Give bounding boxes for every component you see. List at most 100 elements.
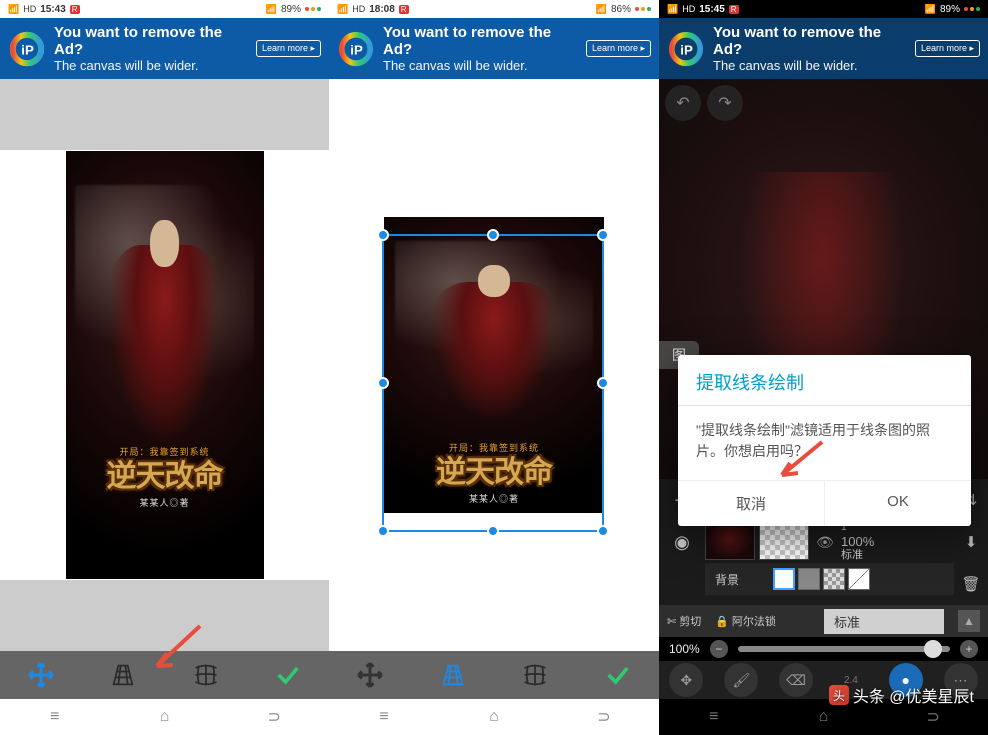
transform-toolbar (329, 651, 659, 699)
nav-bar: ≡ ⌂ ⊃ (0, 699, 329, 735)
svg-text:iP: iP (350, 42, 363, 57)
ad-subtitle: The canvas will be wider. (713, 59, 907, 74)
slider-track[interactable] (738, 646, 950, 652)
ad-banner[interactable]: iP You want to remove the Ad? The canvas… (329, 18, 659, 79)
bg-swatches (769, 568, 874, 590)
ad-banner[interactable]: iP You want to remove the Ad? The canvas… (0, 18, 329, 79)
cover-title: 逆天改命 (66, 462, 264, 492)
back-button[interactable]: ⊃ (234, 707, 314, 727)
ad-title: You want to remove the Ad? (383, 24, 578, 59)
brush-tool[interactable]: 🖌 (724, 663, 758, 697)
slider-value: 100% (669, 642, 700, 656)
swatch-white[interactable] (773, 568, 795, 590)
ad-title: You want to remove the Ad? (54, 24, 248, 59)
eraser-tool[interactable]: ⌫ (779, 663, 813, 697)
dialog-ok-button[interactable]: OK (824, 481, 971, 526)
ad-cta-button[interactable]: Learn more ▸ (915, 40, 980, 57)
screen-3: 📶 HD 15:45 R 📶 89% iP You want to remove… (659, 0, 988, 735)
dialog-cancel-button[interactable]: 取消 (678, 481, 824, 526)
layer-row[interactable]: 👁 1 100% 标准 (705, 521, 954, 563)
svg-text:iP: iP (21, 42, 34, 57)
pan-tool[interactable]: ✥ (669, 663, 703, 697)
app-logo-icon: iP (337, 30, 375, 68)
perspective-tool[interactable] (105, 657, 141, 693)
menu-button[interactable]: ≡ (344, 708, 424, 726)
visibility-icon[interactable]: 👁 (813, 534, 837, 551)
layer-opacity: 100% (841, 534, 952, 550)
dialog-body: "提取线条绘制"滤镜适用于线条图的照片。你想启用吗？ (678, 406, 971, 480)
camera-button[interactable]: ◉ (659, 521, 705, 563)
canvas-area[interactable]: 开局：我靠签到系统 逆天改命 某某人◎著 (329, 79, 659, 651)
slider-minus[interactable]: − (710, 640, 728, 658)
ad-cta-button[interactable]: Learn more ▸ (586, 40, 651, 57)
status-time: 18:08 (369, 4, 395, 15)
selection-box[interactable] (382, 234, 604, 532)
mesh-tool[interactable] (517, 657, 553, 693)
handle-mid-right[interactable] (597, 377, 609, 389)
slider-plus[interactable]: + (960, 640, 978, 658)
back-button[interactable]: ⊃ (564, 707, 644, 727)
layer-blend: 标准 (841, 549, 952, 562)
status-time: 15:43 (40, 4, 66, 15)
confirm-button[interactable] (600, 657, 636, 693)
screen-1: 📶 HD 15:43 R 📶 89% iP You want to remove… (0, 0, 329, 735)
layer-thumbnail (705, 524, 755, 560)
confirm-button[interactable] (270, 657, 306, 693)
canvas-area[interactable]: 开局：我靠签到系统 逆天改命 某某人◎著 (0, 79, 329, 651)
signal-icon: 📶 (337, 4, 348, 15)
ad-subtitle: The canvas will be wider. (54, 59, 248, 74)
collapse-button[interactable]: ▲ (958, 610, 980, 632)
handle-top-left[interactable] (377, 229, 389, 241)
perspective-tool[interactable] (435, 657, 471, 693)
move-tool[interactable] (352, 657, 388, 693)
app-logo-icon: iP (8, 30, 46, 68)
top-toolbar: ↶ ↷ (659, 79, 988, 127)
mesh-tool[interactable] (188, 657, 224, 693)
status-time: 15:45 (699, 4, 725, 15)
blend-dropdown[interactable]: 标准 (824, 609, 944, 634)
menu-button[interactable]: ≡ (15, 708, 95, 726)
opacity-slider-bar: 100% − + (659, 637, 988, 661)
signal-icon: 📶 (667, 4, 678, 15)
handle-top-right[interactable] (597, 229, 609, 241)
home-button[interactable]: ⌂ (783, 708, 863, 726)
battery-text: 86% (611, 4, 631, 15)
home-button[interactable]: ⌂ (454, 708, 534, 726)
swatch-gray[interactable] (798, 568, 820, 590)
watermark: 头 头条 @优美星辰t (829, 683, 974, 707)
back-button[interactable]: ⊃ (893, 707, 973, 727)
slider-knob[interactable] (924, 640, 942, 658)
ad-cta-button[interactable]: Learn more ▸ (256, 40, 321, 57)
handle-bot-right[interactable] (597, 525, 609, 537)
wifi-icon: 📶 (596, 4, 607, 15)
filter-dialog: 提取线条绘制 "提取线条绘制"滤镜适用于线条图的照片。你想启用吗？ 取消 OK (678, 355, 971, 526)
handle-mid-left[interactable] (377, 377, 389, 389)
redo-button[interactable]: ↷ (707, 85, 743, 121)
screen-2: 📶 HD 18:08 R 📶 86% iP You want to remove… (329, 0, 659, 735)
menu-button[interactable]: ≡ (674, 708, 754, 726)
cover-subtitle: 开局：我靠签到系统 (66, 445, 264, 458)
delete-button[interactable]: 🗑 (954, 563, 988, 605)
swatch-checker[interactable] (823, 568, 845, 590)
bg-label: 背景 (705, 571, 769, 588)
hd-icon: HD (23, 4, 36, 14)
ad-banner[interactable]: iP You want to remove the Ad? The canvas… (659, 18, 988, 79)
clip-button[interactable]: ✄剪切 (667, 613, 701, 629)
badge-icon: R (729, 5, 739, 14)
alpha-lock-button[interactable]: 🔒阿尔法锁 (715, 613, 776, 629)
handle-top-mid[interactable] (487, 229, 499, 241)
handle-bot-left[interactable] (377, 525, 389, 537)
swatch-custom[interactable] (848, 568, 870, 590)
badge-icon: R (70, 5, 80, 14)
move-tool[interactable] (23, 657, 59, 693)
cover-image[interactable]: 开局：我靠签到系统 逆天改命 某某人◎著 (66, 151, 264, 579)
watermark-icon: 头 (829, 685, 849, 705)
svg-text:iP: iP (680, 42, 693, 57)
handle-bot-mid[interactable] (487, 525, 499, 537)
undo-button[interactable]: ↶ (665, 85, 701, 121)
download-button[interactable]: ⬇ (954, 521, 988, 563)
home-button[interactable]: ⌂ (124, 708, 204, 726)
wifi-icon: 📶 (266, 4, 277, 15)
layer-thumbnail (759, 524, 809, 560)
wifi-icon: 📶 (925, 4, 936, 15)
